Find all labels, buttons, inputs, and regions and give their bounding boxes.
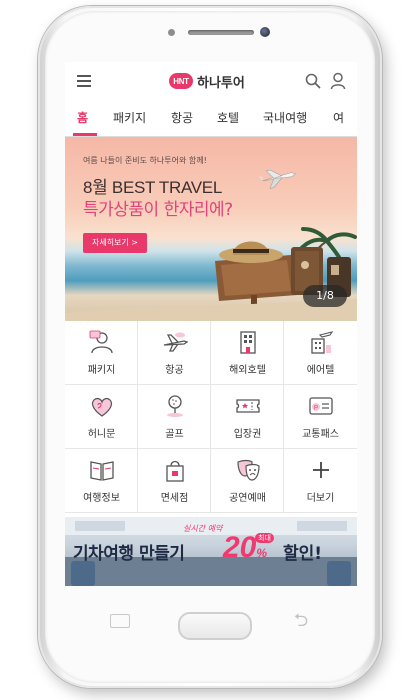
app-header: HNT 하나투어 (65, 62, 357, 101)
tab-hotel[interactable]: 호텔 (217, 100, 239, 136)
front-camera (260, 27, 270, 37)
shopping-bag-icon (166, 460, 184, 482)
ticket-icon (236, 399, 260, 413)
hanatour-logo[interactable]: HNT 하나투어 (169, 72, 245, 91)
svg-text:P: P (314, 406, 318, 412)
promo-banner[interactable]: 여름 나들이 준비도 하나투어와 함께! 8월 BEST TRAVEL 특가상품… (65, 137, 357, 321)
menu-item-airtel[interactable]: 에어텔 (284, 321, 357, 385)
menu-item-label: 허니문 (87, 429, 116, 440)
golf-icon (167, 395, 183, 417)
logo-badge: HNT (169, 73, 193, 89)
menu-item-label: 에어텔 (306, 365, 335, 376)
promo-discount-value: 20 (223, 531, 257, 564)
banner-subtitle: 여름 나들이 준비도 하나투어와 함께! (83, 156, 207, 165)
menu-item-transport-pass[interactable]: P 교통패스 (284, 385, 357, 449)
train-promo-banner[interactable]: 실시간 예약 기차여행 만들기 20% 최대 할인! (65, 517, 357, 586)
menu-item-label: 입장권 (233, 429, 262, 440)
menu-item-label: 공연예매 (229, 493, 266, 504)
menu-item-ticket[interactable]: 입장권 (211, 385, 284, 449)
proximity-sensor (168, 29, 175, 36)
user-profile-icon[interactable] (330, 72, 346, 90)
search-icon[interactable] (305, 73, 321, 89)
category-tabs: 홈 패키지 항공 호텔 국내여행 여 (65, 100, 357, 137)
tab-package[interactable]: 패키지 (113, 100, 146, 136)
promo-discount-unit: % (256, 546, 268, 560)
banner-headline: 특가상품이 한자리에? (83, 200, 233, 220)
promo-subtitle: 실시간 예약 (183, 524, 223, 533)
tab-flight[interactable]: 항공 (171, 100, 193, 136)
menu-item-label: 해외호텔 (229, 365, 266, 376)
menu-item-travel-info[interactable]: 여행정보 (65, 449, 138, 513)
banner-detail-button[interactable]: 자세히보기 > (83, 233, 147, 253)
tab-more-partial[interactable]: 여 (333, 100, 344, 136)
tab-home[interactable]: 홈 (77, 100, 88, 136)
menu-item-label: 면세점 (160, 493, 189, 504)
menu-item-label: 항공 (165, 365, 184, 376)
menu-item-hotel[interactable]: 해외호텔 (211, 321, 284, 385)
hamburger-menu-icon[interactable] (77, 75, 91, 87)
transport-pass-icon: P (309, 397, 333, 415)
logo-text: 하나투어 (197, 75, 245, 91)
menu-item-flight[interactable]: 항공 (138, 321, 211, 385)
earpiece-speaker (188, 30, 254, 35)
menu-item-honeymoon[interactable]: 허니문 (65, 385, 138, 449)
heart-icon (91, 397, 113, 417)
active-tab-indicator (73, 133, 97, 136)
promo-max-tag: 최대 (255, 533, 274, 543)
book-icon (90, 461, 114, 481)
menu-item-performance[interactable]: 공연예매 (211, 449, 284, 513)
menu-item-golf[interactable]: 골프 (138, 385, 211, 449)
package-person-icon (89, 330, 113, 354)
airtel-icon (311, 331, 334, 354)
back-key-icon[interactable]: ⮌ (288, 610, 314, 632)
theater-mask-icon (237, 459, 260, 481)
menu-item-label: 더보기 (306, 493, 335, 504)
hotel-building-icon (240, 331, 256, 354)
app-screen: HNT 하나투어 홈 패키지 항공 호텔 국내여행 여 여름 나들이 준비도 하… (65, 62, 357, 586)
menu-item-label: 여행정보 (83, 493, 120, 504)
plus-icon (313, 462, 329, 478)
menu-item-duty-free[interactable]: 면세점 (138, 449, 211, 513)
banner-slide-counter: 1/8 (303, 285, 347, 307)
menu-item-more[interactable]: 더보기 (284, 449, 357, 513)
service-menu-grid: 패키지 항공 해외호텔 에어텔 허니문 골프 입장권 P 교통패스 여행정보 면… (65, 321, 357, 515)
menu-item-package[interactable]: 패키지 (65, 321, 138, 385)
promo-tail-text: 할인! (283, 544, 323, 564)
promo-headline: 기차여행 만들기 (73, 544, 185, 564)
airplane-icon (163, 332, 188, 352)
menu-item-label: 골프 (165, 429, 184, 440)
menu-item-label: 교통패스 (302, 429, 339, 440)
tab-domestic[interactable]: 국내여행 (263, 100, 307, 136)
home-button[interactable] (178, 612, 252, 640)
menu-item-label: 패키지 (87, 365, 116, 376)
recent-apps-key[interactable] (110, 614, 130, 628)
